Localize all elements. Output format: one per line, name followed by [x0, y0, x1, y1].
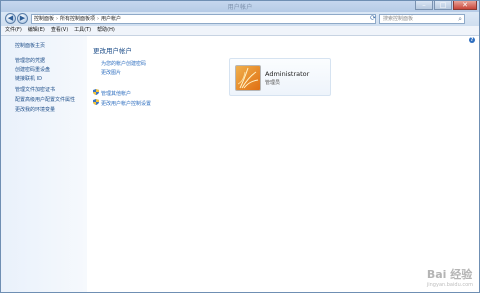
window: 用户帐户 – □ ✕ ◀ ▶ 控制面板 › 所有控制面板项 › 用户帐户 ⟳ 搜…: [0, 0, 480, 293]
sidebar-item-env-variables[interactable]: 更改我的环境变量: [15, 106, 55, 113]
close-button[interactable]: ✕: [453, 1, 477, 10]
user-role: 管理员: [265, 80, 281, 86]
menu-help[interactable]: 帮助(H): [97, 26, 115, 35]
search-icon[interactable]: ⌕: [458, 15, 462, 23]
sidebar-item-password-reset[interactable]: 创建密码重设盘: [15, 66, 50, 73]
back-button[interactable]: ◀: [5, 13, 16, 24]
sidebar-item-credentials[interactable]: 管理您的凭据: [15, 57, 45, 64]
watermark: Bai 经验 jingyan.baidu.com: [427, 266, 473, 288]
sidebar: 控制面板主页 管理您的凭据 创建密码重设盘 链接联机 ID 管理文件加密证书 配…: [1, 36, 87, 292]
title-bar: 用户帐户 – □ ✕: [1, 1, 479, 12]
watermark-sub: jingyan.baidu.com: [426, 282, 473, 288]
chevron-right-icon: ›: [56, 16, 59, 22]
refresh-icon[interactable]: ⟳: [370, 14, 376, 23]
maximize-button[interactable]: □: [434, 1, 452, 10]
sidebar-item-profile-properties[interactable]: 配置高级用户配置文件属性: [15, 96, 75, 103]
breadcrumb-all-items[interactable]: 所有控制面板项: [60, 15, 95, 23]
chevron-right-icon: ›: [97, 16, 100, 22]
uac-settings-link[interactable]: 更改用户帐户控制设置: [101, 100, 151, 107]
sidebar-item-online-id[interactable]: 链接联机 ID: [15, 75, 42, 82]
navigation-bar: ◀ ▶ 控制面板 › 所有控制面板项 › 用户帐户 ⟳ 搜索控制面板 ⌕: [1, 12, 479, 26]
user-name: Administrator: [265, 70, 310, 78]
menu-bar: 文件(F) 编辑(E) 查看(V) 工具(T) 帮助(H): [1, 26, 479, 36]
shield-icon: [93, 99, 99, 105]
content-area: 控制面板主页 管理您的凭据 创建密码重设盘 链接联机 ID 管理文件加密证书 配…: [1, 36, 479, 292]
window-controls: – □ ✕: [414, 1, 477, 10]
search-placeholder: 搜索控制面板: [383, 16, 414, 22]
user-card: Administrator 管理员: [229, 58, 331, 96]
search-input[interactable]: 搜索控制面板 ⌕: [379, 14, 465, 24]
sidebar-home-link[interactable]: 控制面板主页: [15, 42, 45, 49]
page-title: 更改用户帐户: [93, 47, 132, 55]
main-panel: ? 更改用户帐户 为您的帐户创建密码 更改图片 管理其他帐户 更改用户帐户控制设…: [87, 36, 479, 292]
shield-icon: [93, 89, 99, 95]
menu-view[interactable]: 查看(V): [51, 26, 68, 35]
manage-other-accounts-link[interactable]: 管理其他帐户: [101, 90, 131, 97]
address-bar[interactable]: 控制面板 › 所有控制面板项 › 用户帐户: [31, 14, 376, 24]
menu-edit[interactable]: 编辑(E): [28, 26, 45, 35]
help-icon[interactable]: ?: [469, 37, 475, 43]
forward-button[interactable]: ▶: [17, 13, 28, 24]
window-title: 用户帐户: [227, 4, 253, 11]
menu-file[interactable]: 文件(F): [5, 26, 22, 35]
watermark-main: Bai 经验: [426, 268, 473, 281]
breadcrumb-user-accounts[interactable]: 用户帐户: [101, 15, 121, 23]
avatar[interactable]: [235, 65, 261, 91]
create-password-link[interactable]: 为您的帐户创建密码: [101, 60, 146, 67]
breadcrumb-control-panel[interactable]: 控制面板: [34, 15, 54, 23]
minimize-button[interactable]: –: [415, 1, 433, 10]
change-picture-link[interactable]: 更改图片: [101, 69, 121, 76]
menu-tools[interactable]: 工具(T): [74, 26, 91, 35]
sidebar-item-encryption-cert[interactable]: 管理文件加密证书: [15, 86, 55, 93]
flower-icon: [237, 67, 259, 89]
